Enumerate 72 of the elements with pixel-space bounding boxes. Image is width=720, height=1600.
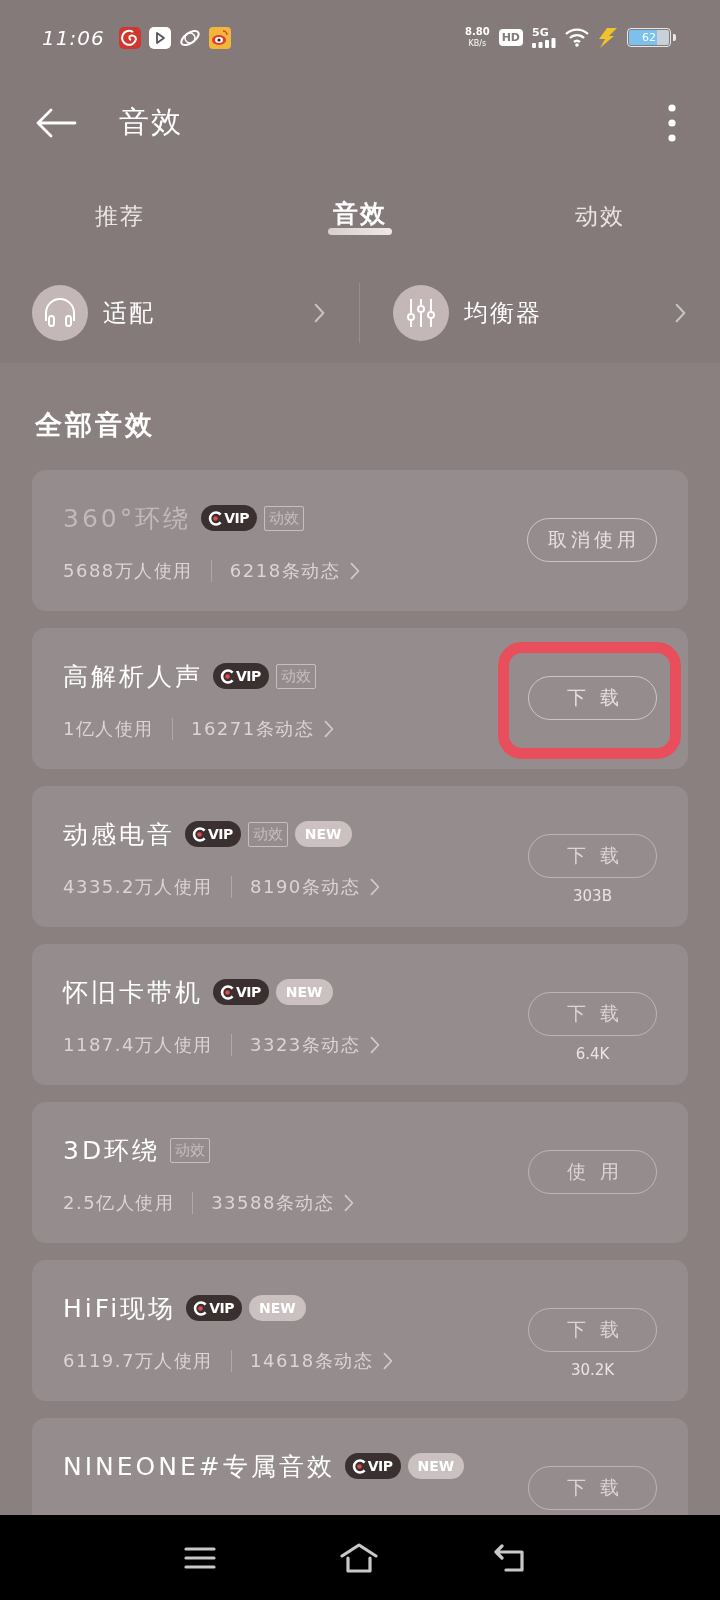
eye-app-icon (208, 26, 231, 49)
chevron-right-icon (324, 720, 335, 738)
vip-label: VIP (236, 669, 261, 683)
headphones-icon (32, 284, 88, 341)
chevron-right-icon (350, 562, 360, 580)
vip-label: VIP (209, 1301, 235, 1315)
users-count: 1187.4万人使用 (63, 1033, 213, 1057)
effect-name: 高解析人声 (63, 660, 203, 693)
posts-link[interactable]: 14618条动态 (250, 1349, 394, 1373)
play-app-icon (148, 26, 171, 49)
shortcut-button[interactable]: 适配 (0, 284, 359, 341)
users-count: 6119.7万人使用 (63, 1349, 213, 1373)
status-time: 11:06 (42, 25, 105, 50)
chevron-right-icon (370, 878, 381, 896)
file-size: 6.4K (575, 1045, 610, 1063)
tab[interactable]: 音效 (240, 170, 480, 262)
signal-icon (532, 38, 556, 48)
new-badge: NEW (407, 1453, 465, 1479)
posts-link[interactable]: 3323条动态 (250, 1033, 381, 1057)
new-badge: NEW (249, 1295, 306, 1321)
file-size: 303B (573, 887, 612, 905)
disc-icon (351, 1458, 367, 1474)
file-size: 30.2K (570, 1361, 615, 1379)
disc-icon (208, 510, 224, 526)
users-count: 5688万人使用 (63, 559, 193, 583)
menu-icon[interactable] (184, 1545, 216, 1570)
effect-name: 动感电音 (63, 818, 175, 851)
posts-link[interactable]: 8190条动态 (250, 875, 381, 899)
chevron-right-icon (675, 302, 686, 323)
network-type-label: 5G (532, 27, 549, 38)
new-badge: NEW (294, 821, 352, 847)
vip-label: VIP (208, 827, 233, 841)
disc-icon (192, 826, 207, 842)
charging-icon (598, 27, 618, 48)
disc-icon (220, 668, 235, 684)
shortcut-button[interactable]: 均衡器 (360, 284, 720, 341)
new-badge: NEW (275, 979, 333, 1005)
back-icon[interactable] (494, 1543, 526, 1572)
more-options-icon[interactable] (668, 103, 676, 142)
users-count: 1亿人使用 (63, 717, 154, 741)
section-title: 全部音效 (35, 408, 156, 442)
hd-indicator: HD (498, 29, 523, 46)
disc-icon (220, 984, 235, 1000)
tab[interactable]: 推荐 (0, 170, 240, 262)
vip-label: VIP (367, 1459, 393, 1473)
page-title: 音效 (119, 103, 183, 141)
back-arrow-icon[interactable] (35, 107, 77, 138)
home-icon[interactable] (340, 1542, 378, 1573)
net-speed-unit: KB/s (468, 40, 487, 48)
vip-label: VIP (224, 511, 250, 525)
net-speed-value: 8.80 (464, 27, 490, 37)
chevron-right-icon (370, 1036, 381, 1054)
users-count: 4335.2万人使用 (63, 875, 213, 899)
chevron-right-icon (344, 1194, 355, 1212)
posts-link[interactable]: 16271条动态 (190, 717, 335, 741)
posts-link[interactable]: 6218条动态 (229, 559, 360, 583)
tab[interactable]: 动效 (480, 170, 720, 262)
effect-name: HiFi现场 (63, 1292, 177, 1325)
wifi-icon (565, 28, 589, 47)
effect-name: NINEONE#专属音效 (63, 1450, 335, 1483)
swirl-app-icon (118, 26, 141, 49)
effect-name: 3D环绕 (63, 1134, 161, 1167)
disc-icon (193, 1300, 209, 1316)
battery-indicator: 62 (627, 28, 676, 47)
chevron-right-icon (383, 1352, 394, 1370)
tab-indicator (328, 228, 392, 235)
effect-name: 怀旧卡带机 (63, 976, 203, 1009)
users-count: 2.5亿人使用 (63, 1191, 175, 1215)
posts-link[interactable]: 33588条动态 (211, 1191, 355, 1215)
equalizer-icon (393, 284, 449, 341)
vip-label: VIP (236, 985, 261, 999)
chevron-right-icon (314, 302, 325, 323)
